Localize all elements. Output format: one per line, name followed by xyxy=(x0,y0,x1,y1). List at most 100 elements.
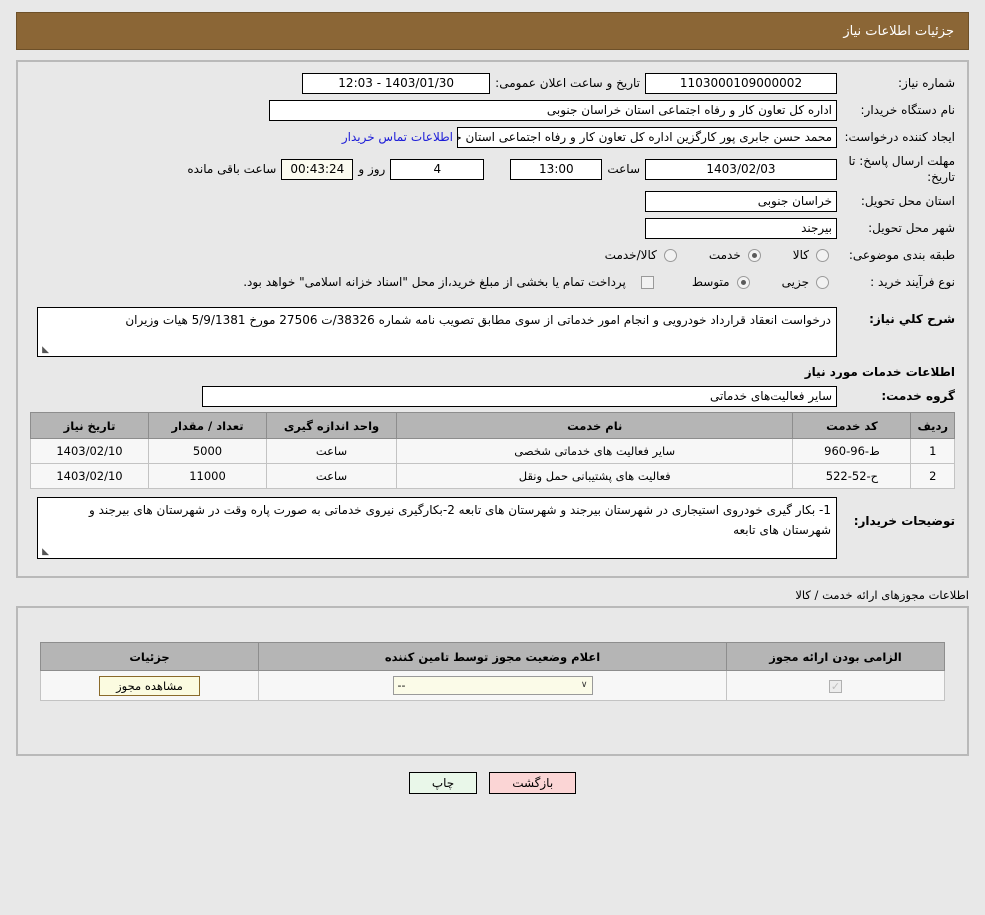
cell-details: مشاهده مجوز xyxy=(40,670,259,702)
province-value: خراسان جنوبی xyxy=(645,190,837,212)
city-label: شهر محل تحویل: xyxy=(868,221,955,236)
licenses-table: الزامی بودن ارائه مجوز اعلام وضعیت مجوز … xyxy=(40,642,945,702)
services-table: ردیف کد خدمت نام خدمت واحد اندازه گیری ت… xyxy=(30,412,955,490)
radio-category-2[interactable] xyxy=(663,248,677,262)
col-code: کد خدمت xyxy=(792,412,912,440)
city-value: بیرجند xyxy=(645,217,837,239)
deadline-date-value: 1403/02/03 xyxy=(645,158,837,180)
back-button[interactable]: بازگشت xyxy=(489,772,577,795)
license-status-value: -- xyxy=(397,679,406,693)
row-need-number: شماره نیاز: 1103000109000002 تاریخ و ساع… xyxy=(30,72,955,94)
cell-name: سایر فعالیت های خدماتی شخصی xyxy=(395,438,794,465)
radio-process-0[interactable] xyxy=(816,275,829,289)
page-title: جزئیات اطلاعات نیاز xyxy=(16,12,969,50)
buyer-contact-link[interactable]: اطلاعات تماس خریدار xyxy=(342,130,457,144)
col-qty: تعداد / مقدار xyxy=(148,412,267,440)
licenses-panel: الزامی بودن ارائه مجوز اعلام وضعیت مجوز … xyxy=(16,606,969,757)
table-row: 2 ح-52-522 فعالیت های پشتیبانی حمل ونقل … xyxy=(30,463,955,490)
remaining-days-value: 4 xyxy=(390,158,485,180)
radio-category-1-label: خدمت xyxy=(708,248,741,263)
days-label: روز و xyxy=(358,162,386,177)
radio-process-1[interactable] xyxy=(736,275,750,289)
announce-value: 1403/01/30 - 12:03 xyxy=(302,72,491,94)
buyer-notes-value[interactable]: 1- بکار گیری خودروی استیجاری در شهرستان … xyxy=(37,497,837,560)
table-row: 1 ط-96-960 سایر فعالیت های خدماتی شخصی س… xyxy=(30,438,955,465)
row-buyer-notes: توضیحات خریدار: 1- بکار گیری خودروی استی… xyxy=(30,497,955,560)
radio-category-0-label: کالا xyxy=(792,248,809,263)
col-name: نام خدمت xyxy=(395,412,794,440)
cell-qty: 11000 xyxy=(148,463,267,490)
buyer-notes-text: 1- بکار گیری خودروی استیجاری در شهرستان … xyxy=(88,503,831,537)
category-radio-group: کالا خدمت کالا/خدمت xyxy=(577,248,829,262)
footer-actions: بازگشت چاپ xyxy=(0,772,985,795)
row-province: استان محل تحویل: خراسان جنوبی xyxy=(30,190,955,212)
remaining-label: ساعت باقی مانده xyxy=(187,162,277,177)
cell-code: ح-52-522 xyxy=(792,463,912,490)
cell-date: 1403/02/10 xyxy=(30,463,149,490)
radio-process-1-label: متوسط xyxy=(691,275,730,290)
cell-code: ط-96-960 xyxy=(792,438,912,465)
resize-grip-icon: ◣ xyxy=(42,547,49,558)
countdown-timer: 00:43:24 xyxy=(281,158,354,180)
row-creator: ایجاد کننده درخواست: محمد حسن جابری پور … xyxy=(30,126,955,148)
cell-status: ∨ -- xyxy=(258,670,727,702)
treasury-checkbox[interactable] xyxy=(640,275,654,289)
need-number-value: 1103000109000002 xyxy=(645,72,837,94)
col-status: اعلام وضعیت مجوز توسط تامین کننده xyxy=(258,642,727,672)
cell-radif: 2 xyxy=(910,463,955,490)
cell-unit: ساعت xyxy=(266,463,397,490)
hour-label: ساعت xyxy=(607,162,640,177)
buyer-org-value: اداره کل تعاون کار و رفاه اجتماعی استان … xyxy=(269,99,837,121)
row-process-type: نوع فرآیند خرید : جزیی متوسط پرداخت تمام… xyxy=(30,271,955,293)
buyer-notes-label: توضیحات خریدار: xyxy=(853,514,955,529)
general-desc-text: درخواست انعقاد قرارداد خودرویی و انجام ا… xyxy=(125,313,831,328)
col-details: جزئیات xyxy=(40,642,259,672)
need-details-panel: شماره نیاز: 1103000109000002 تاریخ و ساع… xyxy=(16,60,969,579)
buyer-org-label: نام دستگاه خریدار: xyxy=(860,102,956,117)
process-label: نوع فرآیند خرید : xyxy=(870,275,955,290)
treasury-text: پرداخت تمام یا بخشی از مبلغ خرید،از محل … xyxy=(243,275,626,290)
general-desc-label: شرح کلي نیاز: xyxy=(869,312,955,327)
view-license-button[interactable]: مشاهده مجوز xyxy=(99,675,200,696)
row-city: شهر محل تحویل: بیرجند xyxy=(30,217,955,239)
services-section-title: اطلاعات خدمات مورد نیاز xyxy=(804,365,955,380)
cell-radif: 1 xyxy=(910,438,955,465)
creator-label: ایجاد کننده درخواست: xyxy=(844,129,955,144)
row-deadline: مهلت ارسال پاسخ: تا تاریخ: 1403/02/03 سا… xyxy=(30,153,955,185)
radio-category-2-label: کالا/خدمت xyxy=(604,248,657,263)
col-radif: ردیف xyxy=(910,412,955,440)
licenses-section-title: اطلاعات مجوزهای ارائه خدمت / کالا xyxy=(795,588,969,603)
table-row: ✓ ∨ -- مشاهده مجوز xyxy=(40,670,945,702)
cell-unit: ساعت xyxy=(266,438,397,465)
province-label: استان محل تحویل: xyxy=(860,194,955,209)
creator-value: محمد حسن جابری پور کارگزین اداره کل تعاو… xyxy=(457,126,837,148)
general-desc-value[interactable]: درخواست انعقاد قرارداد خودرویی و انجام ا… xyxy=(37,307,837,358)
page-root: جزئیات اطلاعات نیاز شماره نیاز: 11030001… xyxy=(0,12,985,795)
page-title-text: جزئیات اطلاعات نیاز xyxy=(843,23,954,39)
license-status-select[interactable]: ∨ -- xyxy=(392,676,593,696)
row-general-desc: شرح کلي نیاز: درخواست انعقاد قرارداد خود… xyxy=(30,307,955,358)
resize-grip-icon: ◣ xyxy=(42,345,49,356)
licenses-table-header-row: الزامی بودن ارائه مجوز اعلام وضعیت مجوز … xyxy=(40,642,945,672)
cell-required: ✓ xyxy=(726,670,945,702)
col-required: الزامی بودن ارائه مجوز xyxy=(726,642,945,672)
cell-name: فعالیت های پشتیبانی حمل ونقل xyxy=(395,463,794,490)
cell-date: 1403/02/10 xyxy=(30,438,149,465)
deadline-hour-value: 13:00 xyxy=(510,158,603,180)
radio-category-1[interactable] xyxy=(747,248,761,262)
print-button[interactable]: چاپ xyxy=(408,772,478,795)
required-checkbox: ✓ xyxy=(829,679,842,693)
row-category: طبقه بندی موضوعی: کالا خدمت کالا/خدمت xyxy=(30,244,955,266)
radio-category-0[interactable] xyxy=(816,248,829,262)
service-group-label: گروه خدمت: xyxy=(881,389,955,404)
announce-label: تاریخ و ساعت اعلان عمومی: xyxy=(495,76,640,90)
need-number-label: شماره نیاز: xyxy=(898,75,955,90)
services-table-header-row: ردیف کد خدمت نام خدمت واحد اندازه گیری ت… xyxy=(30,412,955,440)
row-service-group: گروه خدمت: سایر فعالیت‌های خدماتی xyxy=(30,385,955,407)
category-label: طبقه بندی موضوعی: xyxy=(848,248,955,263)
service-group-value: سایر فعالیت‌های خدماتی xyxy=(202,385,837,407)
process-radio-group: جزیی متوسط پرداخت تمام یا بخشی از مبلغ خ… xyxy=(238,275,829,289)
radio-process-0-label: جزیی xyxy=(781,275,809,290)
cell-qty: 5000 xyxy=(148,438,267,465)
col-unit: واحد اندازه گیری xyxy=(266,412,397,440)
